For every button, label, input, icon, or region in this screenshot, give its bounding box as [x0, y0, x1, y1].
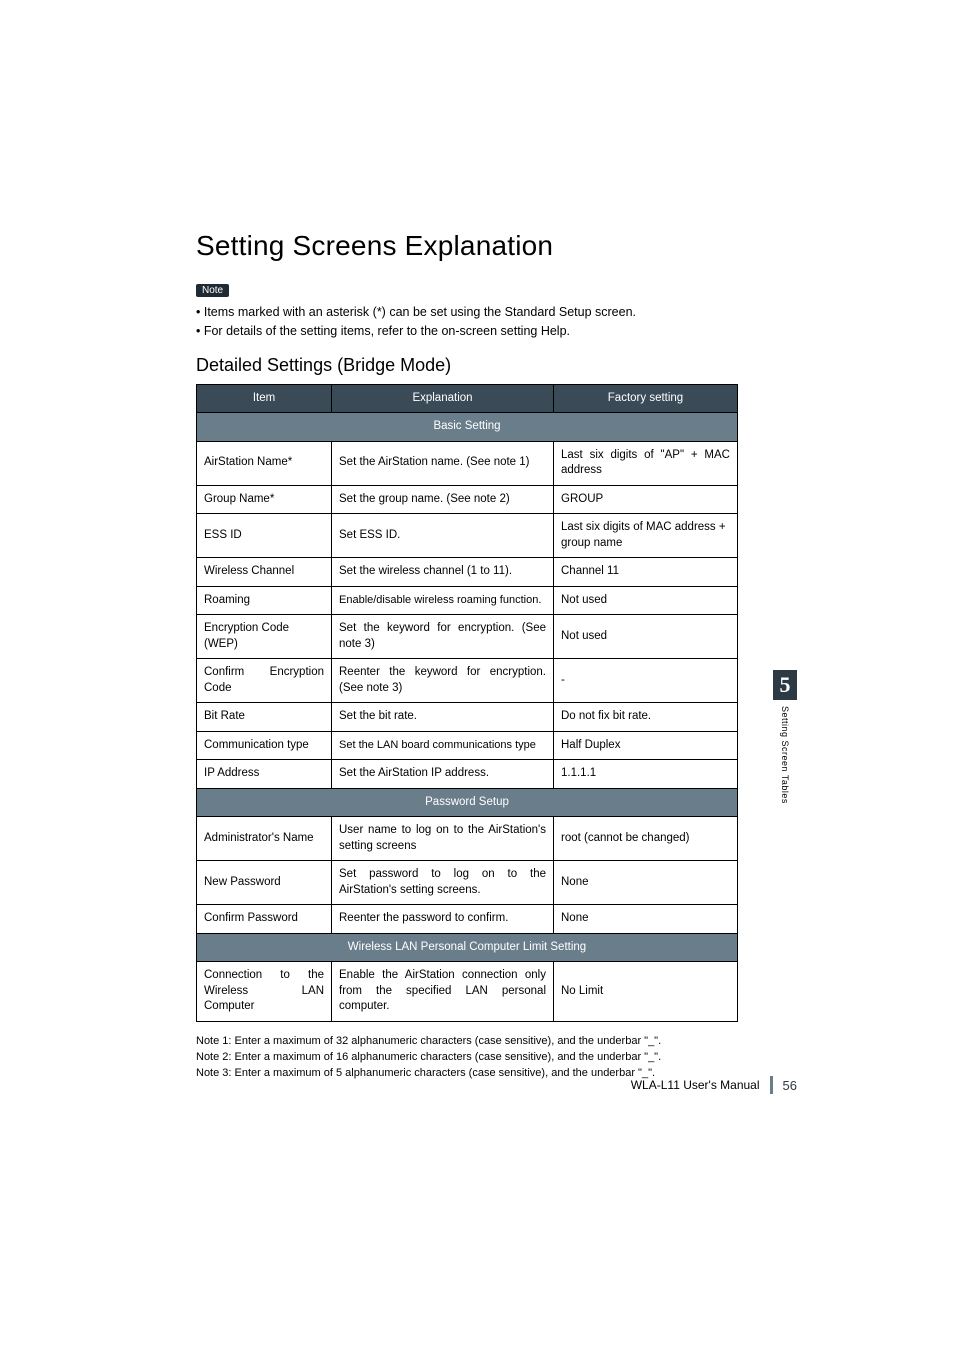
table-row: Administrator's Name User name to log on…: [197, 817, 738, 861]
cell-factory: Last six digits of "AP" + MAC address: [554, 441, 738, 485]
table-row: Connection to the Wireless LAN Computer …: [197, 962, 738, 1022]
side-tab: 5 Setting Screen Tables: [773, 670, 797, 809]
cell-explanation: Set the LAN board communications type: [332, 731, 554, 760]
footer-manual-name: WLA-L11 User's Manual: [631, 1078, 760, 1092]
cell-factory: Channel 11: [554, 558, 738, 587]
table-row: Wireless Channel Set the wireless channe…: [197, 558, 738, 587]
page-title: Setting Screens Explanation: [196, 230, 784, 262]
footnote-1: Note 1: Enter a maximum of 32 alphanumer…: [196, 1034, 784, 1050]
cell-factory: Last six digits of MAC address + group n…: [554, 514, 738, 558]
cell-explanation: Enable the AirStation connection only fr…: [332, 962, 554, 1022]
table-row: Group Name* Set the group name. (See not…: [197, 485, 738, 514]
table-header-row: Item Explanation Factory setting: [197, 384, 738, 413]
section-title: Wireless LAN Personal Computer Limit Set…: [197, 933, 738, 962]
cell-item: New Password: [197, 861, 332, 905]
chapter-label: Setting Screen Tables: [780, 706, 790, 804]
cell-explanation: Set the bit rate.: [332, 703, 554, 732]
cell-item: Confirm Encryption Code: [197, 659, 332, 703]
table-row: Bit Rate Set the bit rate. Do not fix bi…: [197, 703, 738, 732]
chapter-number: 5: [773, 670, 797, 700]
table-row: ESS ID Set ESS ID. Last six digits of MA…: [197, 514, 738, 558]
cell-item: Communication type: [197, 731, 332, 760]
cell-item: AirStation Name*: [197, 441, 332, 485]
cell-item: Wireless Channel: [197, 558, 332, 587]
table-row: Confirm Password Reenter the password to…: [197, 905, 738, 934]
cell-factory: root (cannot be changed): [554, 817, 738, 861]
table-row: AirStation Name* Set the AirStation name…: [197, 441, 738, 485]
table-row: Roaming Enable/disable wireless roaming …: [197, 586, 738, 615]
footnote-2: Note 2: Enter a maximum of 16 alphanumer…: [196, 1050, 784, 1066]
cell-explanation: Set the keyword for encryption. (See not…: [332, 615, 554, 659]
cell-item: Confirm Password: [197, 905, 332, 934]
note-line-2: • For details of the setting items, refe…: [196, 322, 784, 341]
cell-explanation: User name to log on to the AirStation's …: [332, 817, 554, 861]
header-factory: Factory setting: [554, 384, 738, 413]
cell-factory: Half Duplex: [554, 731, 738, 760]
cell-item: Roaming: [197, 586, 332, 615]
cell-explanation: Reenter the keyword for encryption. (See…: [332, 659, 554, 703]
section-header-limit: Wireless LAN Personal Computer Limit Set…: [197, 933, 738, 962]
cell-item: ESS ID: [197, 514, 332, 558]
cell-explanation: Set ESS ID.: [332, 514, 554, 558]
footer-page-number: 56: [783, 1078, 797, 1093]
cell-factory: GROUP: [554, 485, 738, 514]
header-item: Item: [197, 384, 332, 413]
note-line-1: • Items marked with an asterisk (*) can …: [196, 303, 784, 322]
footnotes: Note 1: Enter a maximum of 32 alphanumer…: [196, 1034, 784, 1082]
section-title: Password Setup: [197, 788, 738, 817]
cell-factory: Do not fix bit rate.: [554, 703, 738, 732]
cell-explanation: Set the wireless channel (1 to 11).: [332, 558, 554, 587]
cell-item: IP Address: [197, 760, 332, 789]
table-row: Confirm Encryption Code Reenter the keyw…: [197, 659, 738, 703]
settings-table: Item Explanation Factory setting Basic S…: [196, 384, 738, 1022]
header-explanation: Explanation: [332, 384, 554, 413]
section-header-basic: Basic Setting: [197, 413, 738, 442]
cell-item: Group Name*: [197, 485, 332, 514]
cell-explanation: Reenter the password to confirm.: [332, 905, 554, 934]
cell-factory: No Limit: [554, 962, 738, 1022]
cell-item: Connection to the Wireless LAN Computer: [197, 962, 332, 1022]
cell-factory: -: [554, 659, 738, 703]
cell-item: Bit Rate: [197, 703, 332, 732]
note-badge: Note: [196, 284, 229, 297]
section-title: Basic Setting: [197, 413, 738, 442]
table-row: New Password Set password to log on to t…: [197, 861, 738, 905]
cell-explanation: Set the group name. (See note 2): [332, 485, 554, 514]
cell-explanation: Set the AirStation IP address.: [332, 760, 554, 789]
cell-item: Administrator's Name: [197, 817, 332, 861]
cell-explanation: Set the AirStation name. (See note 1): [332, 441, 554, 485]
footer-separator: [770, 1076, 773, 1094]
cell-factory: None: [554, 905, 738, 934]
cell-item: Encryption Code (WEP): [197, 615, 332, 659]
table-row: Encryption Code (WEP) Set the keyword fo…: [197, 615, 738, 659]
table-row: IP Address Set the AirStation IP address…: [197, 760, 738, 789]
cell-factory: Not used: [554, 615, 738, 659]
cell-explanation: Set password to log on to the AirStation…: [332, 861, 554, 905]
cell-factory: 1.1.1.1: [554, 760, 738, 789]
table-row: Communication type Set the LAN board com…: [197, 731, 738, 760]
cell-explanation: Enable/disable wireless roaming function…: [332, 586, 554, 615]
cell-factory: None: [554, 861, 738, 905]
cell-factory: Not used: [554, 586, 738, 615]
subheading: Detailed Settings (Bridge Mode): [196, 355, 784, 376]
page-footer: WLA-L11 User's Manual 56: [631, 1076, 797, 1094]
section-header-password: Password Setup: [197, 788, 738, 817]
